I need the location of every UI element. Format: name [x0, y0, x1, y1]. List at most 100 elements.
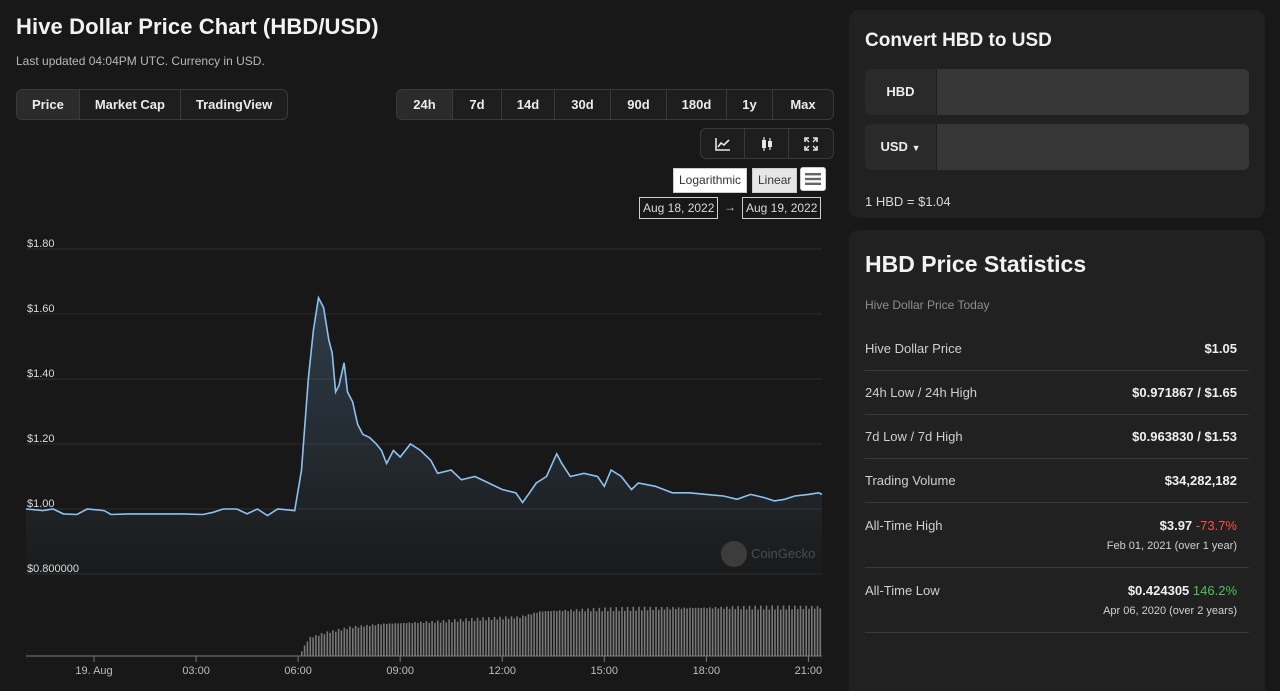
volume-bar: [473, 620, 476, 656]
volume-bar: [499, 616, 501, 656]
volume-bar: [680, 608, 683, 656]
volume-bar: [745, 609, 748, 656]
volume-bar: [666, 607, 669, 656]
volume-bar: [779, 609, 782, 656]
date-range-arrow: →: [724, 200, 736, 214]
volume-bar: [754, 605, 756, 656]
volume-bar: [561, 611, 564, 656]
volume-bar: [437, 620, 439, 656]
volume-bar: [737, 606, 739, 656]
volume-bar: [360, 625, 363, 656]
volume-bar: [805, 605, 807, 656]
tab-tradingview[interactable]: TradingView: [181, 90, 287, 119]
x-tick-label: 09:00: [386, 665, 414, 677]
chart-tools: [700, 128, 834, 159]
volume-bar: [813, 608, 816, 656]
price-area: [26, 297, 822, 574]
y-tick-label: $1.00: [27, 498, 55, 510]
hbd-amount-input[interactable]: [937, 69, 1249, 115]
volume-bar: [411, 623, 414, 656]
stat-row-price: Hive Dollar Price $1.05: [865, 327, 1249, 371]
range-max[interactable]: Max: [773, 90, 833, 119]
volume-bar: [471, 618, 473, 656]
volume-bar: [371, 624, 374, 656]
currency-dropdown[interactable]: USD ▼: [865, 124, 937, 170]
atl-date: Apr 06, 2020 (over 2 years): [1103, 605, 1237, 617]
volume-bar: [581, 608, 584, 656]
expand-icon[interactable]: [789, 129, 833, 158]
usd-amount-input[interactable]: [937, 124, 1249, 170]
volume-bar: [448, 619, 450, 656]
ath-change: -73.7%: [1195, 518, 1237, 533]
volume-bar: [652, 610, 654, 656]
volume-bar: [323, 634, 326, 656]
volume-bar: [635, 610, 637, 656]
volume-bar: [595, 611, 598, 656]
volume-bar: [723, 608, 725, 656]
volume-bar: [318, 635, 320, 656]
tab-price[interactable]: Price: [17, 90, 80, 119]
conversion-rate: 1 HBD = $1.04: [865, 194, 951, 209]
volume-bar: [570, 609, 572, 656]
range-30d[interactable]: 30d: [555, 90, 611, 119]
volume-bar: [516, 616, 518, 656]
volume-bar: [669, 609, 671, 656]
atl-value-group: $0.424305 146.2%: [1128, 583, 1237, 598]
volume-bar: [816, 606, 819, 656]
volume-bar: [544, 611, 547, 656]
volume-bar: [488, 617, 490, 656]
volume-bar: [578, 611, 581, 656]
volume-bar: [584, 611, 586, 656]
logarithmic-scale-button[interactable]: Logarithmic: [673, 168, 748, 193]
volume-bar: [388, 623, 391, 656]
volume-bar: [624, 610, 626, 656]
range-90d[interactable]: 90d: [611, 90, 667, 119]
tab-market-cap[interactable]: Market Cap: [80, 90, 181, 119]
volume-bar: [366, 624, 368, 656]
volume-bar: [369, 626, 371, 656]
volume-bar: [326, 631, 329, 656]
range-7d[interactable]: 7d: [453, 90, 502, 119]
volume-bar: [782, 605, 785, 656]
volume-bar: [771, 605, 773, 656]
volume-bar: [751, 609, 754, 656]
atl-value: $0.424305: [1127, 583, 1190, 598]
hbd-input-row: HBD: [865, 69, 1249, 115]
x-tick-label: 12:00: [488, 665, 516, 677]
y-tick-label: $1.40: [27, 368, 55, 380]
date-to-input[interactable]: Aug 19, 2022: [742, 197, 822, 219]
usd-input-row: USD ▼: [865, 124, 1249, 170]
price-chart[interactable]: $1.80$1.60$1.40$1.20$1.00$0.800000 CoinG…: [0, 225, 840, 691]
range-24h[interactable]: 24h: [397, 90, 453, 119]
volume-bar: [694, 607, 697, 656]
volume-bar: [757, 609, 759, 656]
volume-bar: [791, 609, 793, 656]
volume-bar: [541, 611, 544, 656]
linear-scale-button[interactable]: Linear: [752, 168, 798, 193]
volume-bar: [607, 611, 609, 656]
date-from-input[interactable]: Aug 18, 2022: [639, 197, 719, 219]
y-tick-label: $1.60: [27, 303, 55, 315]
volume-bar: [468, 621, 470, 656]
volume-bar: [604, 607, 606, 656]
stat-row-atl: All-Time Low $0.424305 146.2% Apr 06, 20…: [865, 568, 1249, 633]
volume-bar: [465, 618, 467, 656]
volume-bar: [802, 609, 805, 656]
ath-date: Feb 01, 2021 (over 1 year): [1106, 540, 1237, 552]
volume-bar: [643, 606, 646, 656]
volume-bar: [425, 621, 428, 656]
volume-bar: [808, 608, 810, 656]
volume-bar: [303, 645, 306, 656]
volume-bar: [439, 622, 442, 656]
candlestick-icon[interactable]: [745, 129, 789, 158]
volume-bar: [346, 629, 348, 656]
volume-bar: [655, 606, 657, 656]
range-180d[interactable]: 180d: [667, 90, 727, 119]
volume-bar: [638, 606, 640, 656]
volume-bar: [394, 623, 397, 656]
line-chart-icon[interactable]: [701, 129, 745, 158]
chart-menu-button[interactable]: [800, 167, 826, 191]
range-1y[interactable]: 1y: [727, 90, 773, 119]
volume-bar: [592, 608, 595, 656]
range-14d[interactable]: 14d: [502, 90, 555, 119]
